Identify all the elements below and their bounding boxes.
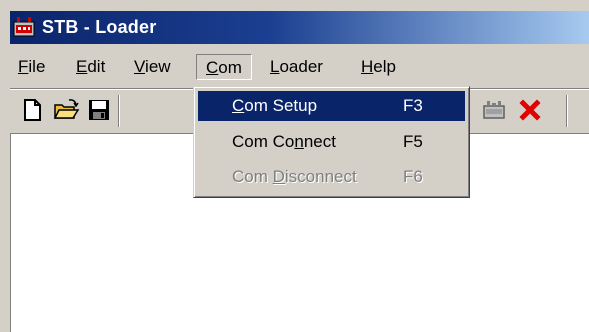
menu-item-shortcut: F6 [403, 167, 423, 186]
menu-item-com-disconnect[interactable]: Com Disconnect F6 [198, 162, 465, 192]
menu-item-label: Com Disconnect [232, 167, 357, 186]
menu-item-com-connect[interactable]: Com Connect F5 [198, 127, 465, 157]
menu-item-label: Com Connect [232, 132, 336, 151]
window-title: STB - Loader [42, 17, 157, 37]
menu-file[interactable]: File [18, 54, 45, 80]
title-bar[interactable]: STB - Loader [10, 11, 589, 44]
save-disk-icon[interactable] [85, 96, 113, 124]
menu-item-com-setup[interactable]: Com Setup F3 [198, 91, 465, 121]
new-document-icon[interactable] [18, 96, 46, 124]
toolbar-separator [566, 95, 568, 127]
menu-com[interactable]: Com [196, 54, 252, 80]
menu-loader[interactable]: Loader [270, 54, 323, 80]
menu-view[interactable]: View [134, 54, 171, 80]
menu-item-label: Com Setup [232, 96, 318, 115]
menu-help[interactable]: Help [361, 54, 396, 80]
menu-item-shortcut: F3 [403, 96, 423, 115]
menu-bar: File Edit View Com Loader Help [10, 44, 589, 87]
open-folder-icon[interactable] [52, 96, 80, 124]
close-x-icon[interactable] [516, 96, 544, 124]
stb-loader-app-icon[interactable] [13, 16, 35, 38]
com-dropdown-menu: Com Setup F3 Com Connect F5 Com Disconne… [193, 86, 470, 198]
menu-item-shortcut: F5 [403, 132, 423, 151]
toolbar-separator [118, 95, 120, 127]
menu-edit[interactable]: Edit [76, 54, 105, 80]
loader-device-icon[interactable] [480, 96, 508, 124]
